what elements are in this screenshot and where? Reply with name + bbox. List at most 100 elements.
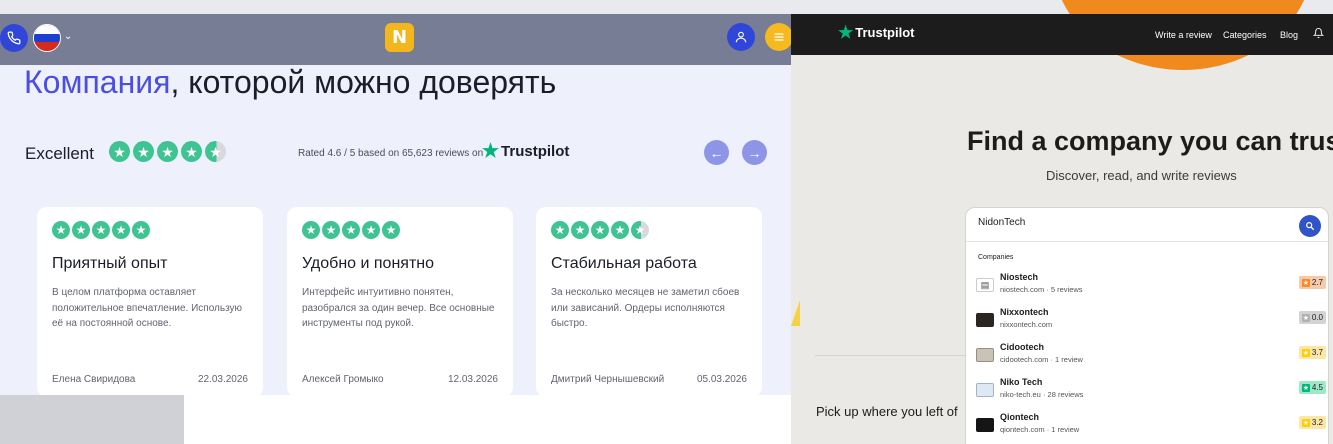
trustpilot-star-icon: ★ xyxy=(482,141,500,162)
review-body: За несколько месяцев не заметил сбоев ил… xyxy=(551,287,740,329)
star-icon: ★ xyxy=(109,141,130,162)
rating-value: 0.0 xyxy=(1311,313,1323,322)
star-icon: ★ xyxy=(571,221,589,239)
hero-subtitle: Discover, read, and write reviews xyxy=(1046,168,1237,183)
trustpilot-panel: ★ Trustpilot Write a review Categories B… xyxy=(791,0,1333,444)
section-label: Companies xyxy=(978,254,1014,261)
company-result[interactable]: Niko Tech niko-tech.eu · 28 reviews ★ 4.5 xyxy=(976,377,1326,407)
overall-rating-stars: ★ ★ ★ ★ ★ xyxy=(109,141,226,162)
rating-value: 3.2 xyxy=(1311,418,1323,427)
headline-accent: Компания xyxy=(24,64,171,100)
company-search-input[interactable] xyxy=(978,217,1278,228)
headline-rest: , которой можно доверять xyxy=(170,64,557,100)
star-icon: ★ xyxy=(382,221,400,239)
trustpilot-brand: Trustpilot xyxy=(501,143,570,160)
menu-button[interactable] xyxy=(765,23,791,51)
company-name: Nixxontech xyxy=(1000,307,1049,317)
star-icon: ★ xyxy=(591,221,609,239)
star-icon: ★ xyxy=(551,221,569,239)
bell-icon[interactable] xyxy=(1312,27,1325,42)
company-reviews: 1 review xyxy=(1051,425,1080,434)
review-author: Елена Свиридова xyxy=(52,374,136,385)
company-thumbnail xyxy=(976,313,994,327)
company-thumbnail xyxy=(976,418,994,432)
review-stars: ★ ★ ★ ★ ★ xyxy=(52,221,248,239)
rating-badge: ★ 3.7 xyxy=(1298,346,1326,359)
company-thumbnail xyxy=(976,383,994,397)
rating-value: 3.7 xyxy=(1311,348,1323,357)
review-stars: ★ ★ ★ ★ ★ xyxy=(302,221,498,239)
review-stars: ★ ★ ★ ★ ★ xyxy=(551,221,747,239)
company-meta: niostech.com · 5 reviews xyxy=(1000,285,1083,294)
company-result[interactable]: ▤ Niostech niostech.com · 5 reviews ★ 2.7 xyxy=(976,272,1326,302)
company-result[interactable]: Cidootech cidootech.com · 1 review ★ 3.7 xyxy=(976,342,1326,372)
half-star-icon: ★ xyxy=(631,221,649,239)
star-icon: ★ xyxy=(1301,383,1310,392)
company-name: Niko Tech xyxy=(1000,377,1043,387)
review-body: Интерфейс интуитивно понятен, разобрался… xyxy=(302,287,495,329)
company-result[interactable]: Qiontech qiontech.com · 1 review ★ 3.2 xyxy=(976,412,1326,442)
left-site-panel: ⌄ N Компания, которой можно доверять Exc… xyxy=(0,0,791,444)
user-account-button[interactable] xyxy=(727,23,755,51)
star-icon: ★ xyxy=(72,221,90,239)
star-icon: ★ xyxy=(133,141,154,162)
review-body: В целом платформа оставляет положительно… xyxy=(52,287,243,329)
chevron-down-icon[interactable]: ⌄ xyxy=(64,31,72,42)
search-button[interactable] xyxy=(1299,215,1321,237)
phone-icon xyxy=(7,31,21,45)
company-name: Qiontech xyxy=(1000,412,1040,422)
nav-write-review[interactable]: Write a review xyxy=(1155,30,1212,40)
star-icon: ★ xyxy=(302,221,320,239)
divider xyxy=(815,355,975,356)
page-headline: Компания, которой можно доверять xyxy=(24,64,556,101)
nav-blog[interactable]: Blog xyxy=(1280,30,1298,40)
star-icon: ★ xyxy=(611,221,629,239)
rating-badge: ★ 4.5 xyxy=(1298,381,1326,394)
star-icon: ★ xyxy=(362,221,380,239)
rating-value: 2.7 xyxy=(1311,278,1323,287)
arrow-right-icon: → xyxy=(747,144,762,161)
trustpilot-logo[interactable]: ★ Trustpilot xyxy=(482,142,569,161)
review-date: 12.03.2026 xyxy=(447,374,498,385)
half-star-icon: ★ xyxy=(205,141,226,162)
star-icon: ★ xyxy=(52,221,70,239)
user-icon xyxy=(735,31,747,43)
review-card: ★ ★ ★ ★ ★ Приятный опыт В целом платформ… xyxy=(37,207,263,397)
footer-white-block xyxy=(184,395,791,444)
carousel-next-button[interactable]: → xyxy=(742,140,767,165)
nav-categories[interactable]: Categories xyxy=(1223,30,1267,40)
carousel-prev-button[interactable]: ← xyxy=(704,140,729,165)
trustpilot-star-icon: ★ xyxy=(838,23,854,42)
star-icon: ★ xyxy=(342,221,360,239)
company-meta: niko-tech.eu · 28 reviews xyxy=(1000,390,1084,399)
site-logo[interactable]: N xyxy=(385,23,414,52)
star-icon: ★ xyxy=(1301,418,1310,427)
rating-badge: ★ 3.2 xyxy=(1298,416,1326,429)
review-date: 22.03.2026 xyxy=(197,374,248,385)
review-author: Алексей Громыко xyxy=(302,374,384,385)
company-reviews: 5 reviews xyxy=(1050,285,1083,294)
search-bar xyxy=(966,208,1328,242)
trustpilot-brand: Trustpilot xyxy=(855,25,915,40)
trustpilot-home-logo[interactable]: ★ Trustpilot xyxy=(838,24,914,41)
star-icon: ★ xyxy=(322,221,340,239)
rating-label: Excellent xyxy=(25,144,94,163)
company-result[interactable]: Nixxontech nixxontech.com ★ 0.0 xyxy=(976,307,1326,337)
building-icon: ▤ xyxy=(976,278,994,292)
company-name: Cidootech xyxy=(1000,342,1044,352)
star-icon: ★ xyxy=(157,141,178,162)
phone-button[interactable] xyxy=(0,24,28,52)
language-flag-russia[interactable] xyxy=(33,24,61,52)
company-meta: cidootech.com · 1 review xyxy=(1000,355,1083,364)
company-reviews: 28 reviews xyxy=(1047,390,1084,399)
company-domain: cidootech.com xyxy=(1000,355,1049,364)
review-title: Приятный опыт xyxy=(52,255,168,272)
company-domain: qiontech.com xyxy=(1000,425,1045,434)
star-icon: ★ xyxy=(181,141,202,162)
pickup-heading: Pick up where you left of xyxy=(816,404,958,419)
review-card: ★ ★ ★ ★ ★ Удобно и понятно Интерфейс инт… xyxy=(287,207,513,397)
company-meta: qiontech.com · 1 review xyxy=(1000,425,1080,434)
company-name: Niostech xyxy=(1000,272,1039,282)
star-icon: ★ xyxy=(112,221,130,239)
review-title: Удобно и понятно xyxy=(302,255,434,272)
